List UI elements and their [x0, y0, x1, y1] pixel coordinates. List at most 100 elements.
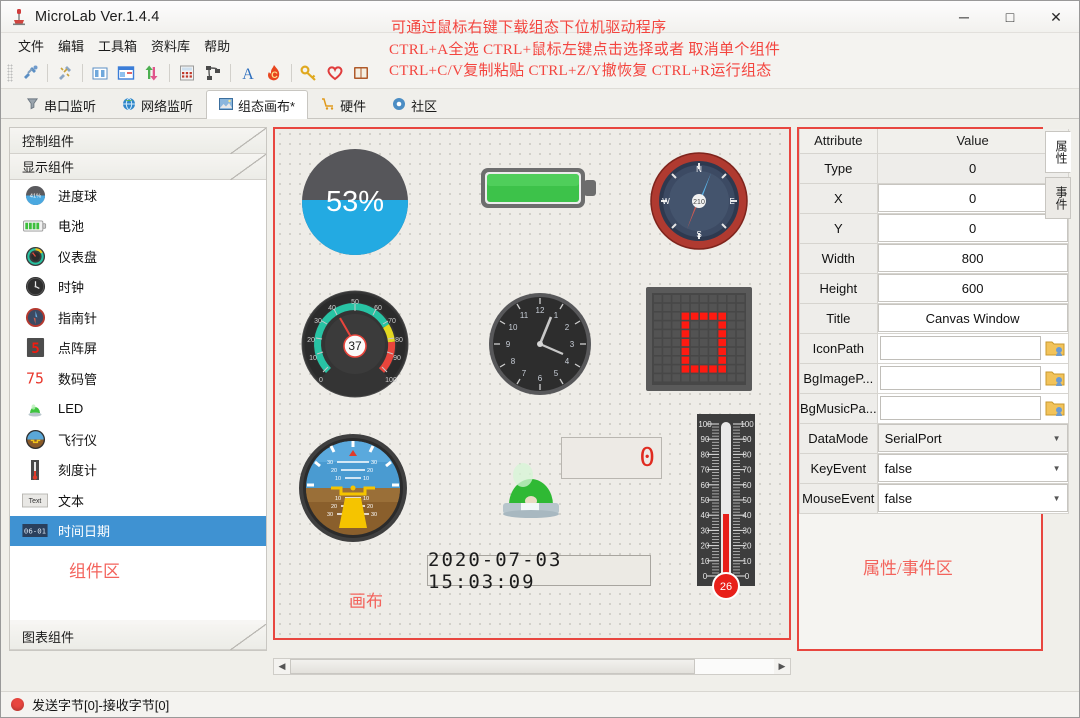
side-tab-attribute[interactable]: 属性 [1045, 131, 1071, 173]
flame-c-icon[interactable]: C [261, 60, 287, 86]
iconpath-browse-icon[interactable] [1044, 337, 1066, 359]
y-field[interactable] [878, 214, 1068, 242]
dot-matrix-widget[interactable] [646, 287, 752, 396]
bgimagepath-browse-icon[interactable] [1044, 367, 1066, 389]
prop-value-bgmusicpath[interactable] [877, 393, 1068, 423]
datetime-value: 2020-07-03 15:03:09 [428, 549, 650, 593]
prop-value-mouseevent[interactable]: false ▼ [877, 483, 1068, 513]
svg-text:30: 30 [327, 460, 333, 466]
tab-hardware[interactable]: 硬件 [308, 91, 379, 118]
prop-value-x[interactable] [877, 183, 1068, 213]
component-item-battery[interactable]: 电池 [10, 211, 266, 242]
height-field[interactable] [878, 274, 1068, 302]
gauge-widget[interactable]: 01020 304050 607080 90100 37 [301, 290, 409, 403]
transfer-updown-icon[interactable] [139, 60, 165, 86]
scrollbar-track[interactable] [290, 659, 774, 674]
attitude-indicator-widget[interactable]: 3030 2020 1010 1010 2020 3030 [297, 432, 409, 549]
component-item-gauge[interactable]: 仪表盘 [10, 241, 266, 272]
title-field[interactable] [878, 304, 1068, 332]
canvas-area[interactable]: 53% [273, 127, 791, 640]
maximize-button[interactable]: □ [987, 1, 1033, 33]
datamode-select[interactable]: SerialPort ▼ [878, 424, 1068, 452]
svg-text:12: 12 [536, 306, 545, 315]
menu-edit[interactable]: 编辑 [51, 34, 91, 57]
prop-value-width[interactable] [877, 243, 1068, 273]
status-indicator-icon [11, 698, 24, 711]
group-chart-components[interactable]: 图表组件 [10, 624, 266, 650]
svg-text:1: 1 [554, 311, 559, 320]
bgmusicpath-field[interactable] [880, 396, 1041, 420]
x-field[interactable] [878, 184, 1068, 212]
disconnect-icon[interactable] [52, 60, 78, 86]
svg-text:A: A [242, 66, 254, 83]
scrollbar-thumb[interactable] [290, 659, 695, 674]
component-item-thermometer[interactable]: 刻度计 [10, 455, 266, 486]
component-item-led[interactable]: LED [10, 394, 266, 425]
close-button[interactable]: ✕ [1033, 1, 1079, 33]
minimize-button[interactable]: ─ [941, 1, 987, 33]
component-item-seven-segment[interactable]: 75 数码管 [10, 363, 266, 394]
canvas-grid[interactable]: 53% [275, 129, 789, 638]
tab-serial-monitor[interactable]: 串口监听 [13, 91, 109, 118]
keyevent-select[interactable]: false ▼ [878, 454, 1068, 482]
canvas-horizontal-scrollbar[interactable]: ◀ ▶ [273, 658, 791, 675]
heart-icon[interactable] [322, 60, 348, 86]
seven-segment-widget[interactable]: 0 [561, 437, 662, 479]
serial-port-icon [26, 97, 39, 113]
tab-network-monitor[interactable]: 网络监听 [109, 91, 206, 118]
component-item-clock[interactable]: 时钟 [10, 272, 266, 303]
window-title: MicroLab Ver.1.4.4 [35, 9, 160, 25]
mouseevent-select[interactable]: false ▼ [878, 484, 1068, 512]
connect-icon[interactable] [17, 60, 43, 86]
window-layout-icon[interactable] [113, 60, 139, 86]
svg-text:90: 90 [743, 435, 752, 444]
tab-community[interactable]: 社区 [379, 91, 450, 118]
scroll-right-arrow[interactable]: ▶ [774, 659, 790, 674]
iconpath-field[interactable] [880, 336, 1041, 360]
prop-value-datamode[interactable]: SerialPort ▼ [877, 423, 1068, 453]
thermometer-widget[interactable]: 1001009090808070706060505040403030202010… [691, 414, 761, 609]
component-item-attitude-indicator[interactable]: 飞行仪 [10, 424, 266, 455]
menu-toolbox[interactable]: 工具箱 [91, 34, 144, 57]
menu-file[interactable]: 文件 [11, 34, 51, 57]
prop-value-bgimagepath[interactable] [877, 363, 1068, 393]
prop-value-keyevent[interactable]: false ▼ [877, 453, 1068, 483]
component-item-progress-ball[interactable]: 41% 进度球 [10, 180, 266, 211]
prop-value-y[interactable] [877, 213, 1068, 243]
network-nodes-icon[interactable] [200, 60, 226, 86]
width-field[interactable] [878, 244, 1068, 272]
font-icon[interactable]: A [235, 60, 261, 86]
compass-widget[interactable]: N E S W 210 [649, 151, 749, 256]
svg-text:W: W [662, 197, 670, 206]
component-list[interactable]: 41% 进度球 电池 仪表盘 时钟 [10, 180, 266, 620]
prop-value-height[interactable] [877, 273, 1068, 303]
datetime-widget[interactable]: 2020-07-03 15:03:09 [427, 555, 651, 586]
component-item-datetime[interactable]: 06-01 时间日期 [10, 516, 266, 547]
key-icon[interactable] [296, 60, 322, 86]
toolbar-grip[interactable] [7, 64, 13, 82]
tab-label: 串口监听 [44, 96, 96, 115]
scroll-left-arrow[interactable]: ◀ [274, 659, 290, 674]
clock-widget[interactable]: 1212 345 678 91011 [487, 291, 593, 402]
component-item-compass[interactable]: 指南针 [10, 302, 266, 333]
progress-ball-widget[interactable]: 53% [301, 148, 409, 261]
prop-value-iconpath[interactable] [877, 333, 1068, 363]
book-icon[interactable] [348, 60, 374, 86]
prop-value-title[interactable] [877, 303, 1068, 333]
calculator-icon[interactable] [174, 60, 200, 86]
led-widget[interactable] [497, 453, 565, 530]
menu-help[interactable]: 帮助 [197, 34, 237, 57]
battery-widget[interactable] [480, 164, 598, 217]
annotation-line-1: 可通过鼠标右键下载组态下位机驱动程序 [391, 16, 666, 37]
group-control-components[interactable]: 控制组件 [10, 128, 266, 154]
component-item-text[interactable]: Text 文本 [10, 485, 266, 516]
group-display-components[interactable]: 显示组件 [10, 154, 266, 180]
columns-icon[interactable] [87, 60, 113, 86]
side-tab-event[interactable]: 事件 [1045, 177, 1071, 219]
bgmusicpath-browse-icon[interactable] [1044, 397, 1066, 419]
bgimagepath-field[interactable] [880, 366, 1041, 390]
annotation-canvas-area: 画布 [349, 587, 383, 612]
tab-canvas[interactable]: 组态画布* [206, 90, 308, 119]
menu-library[interactable]: 资料库 [144, 34, 197, 57]
component-item-dot-matrix[interactable]: 5 点阵屏 [10, 333, 266, 364]
